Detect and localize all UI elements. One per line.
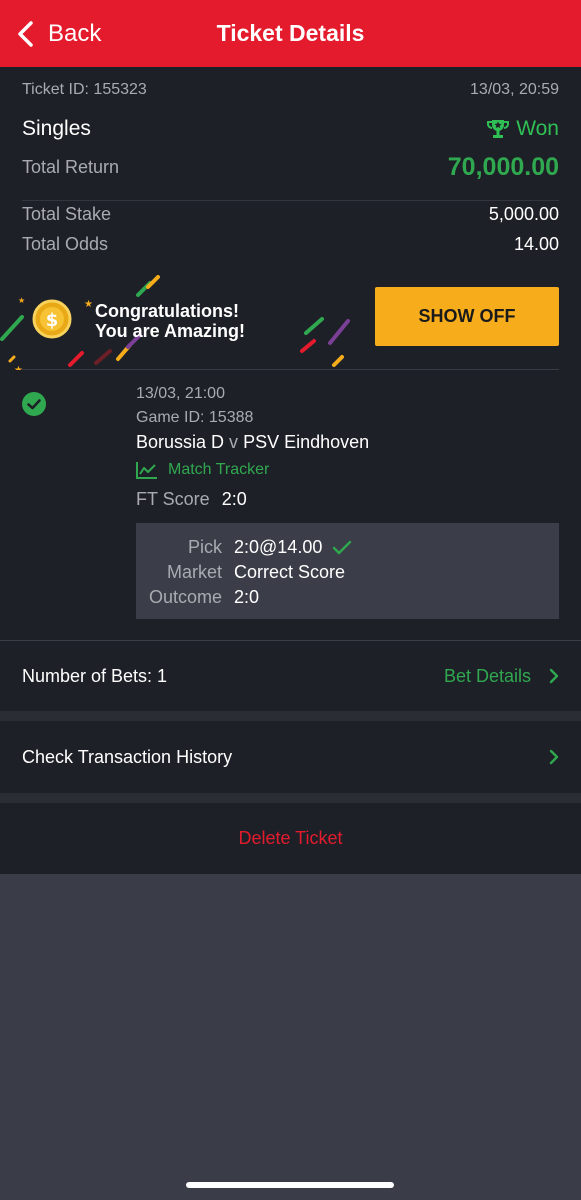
pick-details-box: Pick 2:0@14.00 Market Correct Score Outc… bbox=[136, 523, 559, 619]
transaction-history-label: Check Transaction History bbox=[22, 746, 233, 767]
away-team: PSV Eindhoven bbox=[243, 432, 370, 452]
vs-separator: v bbox=[229, 432, 239, 452]
ticket-id: Ticket ID: 155323 bbox=[22, 81, 147, 98]
game-id: Game ID: 15388 bbox=[136, 409, 254, 426]
divider bbox=[22, 369, 559, 370]
home-indicator bbox=[186, 1182, 394, 1188]
back-label: Back bbox=[48, 19, 102, 47]
home-team: Borussia D bbox=[136, 432, 225, 452]
match-tracker-label: Match Tracker bbox=[168, 461, 270, 478]
svg-text:★: ★ bbox=[18, 296, 25, 305]
transaction-history-row[interactable]: Check Transaction History bbox=[0, 721, 581, 793]
section-separator bbox=[0, 793, 581, 803]
market-label: Market bbox=[166, 562, 222, 582]
market-value: Correct Score bbox=[234, 562, 346, 582]
pick-value-wrap: 2:0@14.00 bbox=[234, 537, 352, 558]
total-odds-row: Total Odds 14.00 bbox=[22, 234, 559, 255]
total-stake-label: Total Stake bbox=[22, 204, 112, 224]
congrats-line-1: Congratulations! bbox=[95, 301, 239, 321]
ticket-summary: Ticket ID: 155323 13/03, 20:59 Singles W… bbox=[0, 67, 581, 640]
match-time: 13/03, 21:00 bbox=[136, 385, 225, 402]
outcome-row: Outcome 2:0 bbox=[136, 587, 559, 608]
pick-row: Pick 2:0@14.00 bbox=[136, 537, 559, 558]
pick-label: Pick bbox=[187, 537, 222, 557]
ft-score-row: FT Score 2:0 bbox=[136, 489, 247, 510]
match-tracker-link[interactable]: Match Tracker bbox=[136, 461, 269, 479]
divider bbox=[22, 200, 559, 201]
line-chart-icon bbox=[136, 462, 157, 479]
svg-text:$: $ bbox=[46, 310, 59, 331]
chevron-left-icon bbox=[18, 20, 33, 47]
bet-type-row: Singles Won bbox=[22, 117, 559, 141]
coin-icon: $ bbox=[32, 299, 72, 339]
chevron-right-icon bbox=[549, 668, 559, 684]
total-return-value: 70,000.00 bbox=[447, 153, 559, 181]
match-teams: Borussia D v PSV Eindhoven bbox=[136, 432, 369, 453]
outcome-label: Outcome bbox=[148, 587, 222, 607]
congrats-text: Congratulations! You are Amazing! bbox=[95, 301, 245, 341]
top-bar: Back Ticket Details bbox=[0, 0, 581, 67]
total-return-label: Total Return bbox=[22, 157, 120, 177]
total-odds-label: Total Odds bbox=[22, 234, 109, 254]
status-text: Won bbox=[516, 117, 559, 140]
total-stake-value: 5,000.00 bbox=[488, 204, 559, 224]
trophy-icon bbox=[487, 120, 510, 138]
bet-type: Singles bbox=[22, 117, 91, 140]
status-badge: Won bbox=[486, 117, 559, 141]
bet-details-label: Bet Details bbox=[443, 665, 531, 686]
ticket-datetime: 13/03, 20:59 bbox=[470, 81, 559, 98]
market-row: Market Correct Score bbox=[136, 562, 559, 583]
page-title: Ticket Details bbox=[216, 20, 365, 46]
number-of-bets: Number of Bets: 1 bbox=[22, 665, 168, 686]
chevron-right-icon bbox=[549, 749, 559, 765]
outcome-value: 2:0 bbox=[234, 587, 260, 607]
checkmark-icon bbox=[333, 540, 352, 554]
number-of-bets-row: Number of Bets: 1 Bet Details bbox=[0, 641, 581, 711]
pick-value: 2:0@14.00 bbox=[234, 537, 323, 557]
svg-text:★: ★ bbox=[84, 299, 93, 310]
section-separator bbox=[0, 711, 581, 721]
total-return-row: Total Return 70,000.00 bbox=[22, 153, 559, 182]
delete-ticket-button[interactable]: Delete Ticket bbox=[0, 803, 581, 874]
bet-details-link[interactable]: Bet Details bbox=[444, 666, 559, 687]
check-circle-icon bbox=[22, 392, 46, 416]
ft-score-label: FT Score bbox=[136, 489, 210, 509]
total-stake-row: Total Stake 5,000.00 bbox=[22, 204, 559, 225]
total-odds-value: 14.00 bbox=[513, 234, 559, 254]
congrats-line-2: You are Amazing! bbox=[95, 321, 246, 341]
ticket-meta-row: Ticket ID: 155323 13/03, 20:59 bbox=[22, 81, 559, 99]
congrats-banner: ★ ★ ★ $ Congratulations! You are Amazing… bbox=[0, 275, 581, 370]
back-button[interactable]: Back bbox=[16, 0, 101, 67]
ft-score-value: 2:0 bbox=[221, 489, 247, 509]
show-off-button[interactable]: SHOW OFF bbox=[375, 287, 559, 346]
